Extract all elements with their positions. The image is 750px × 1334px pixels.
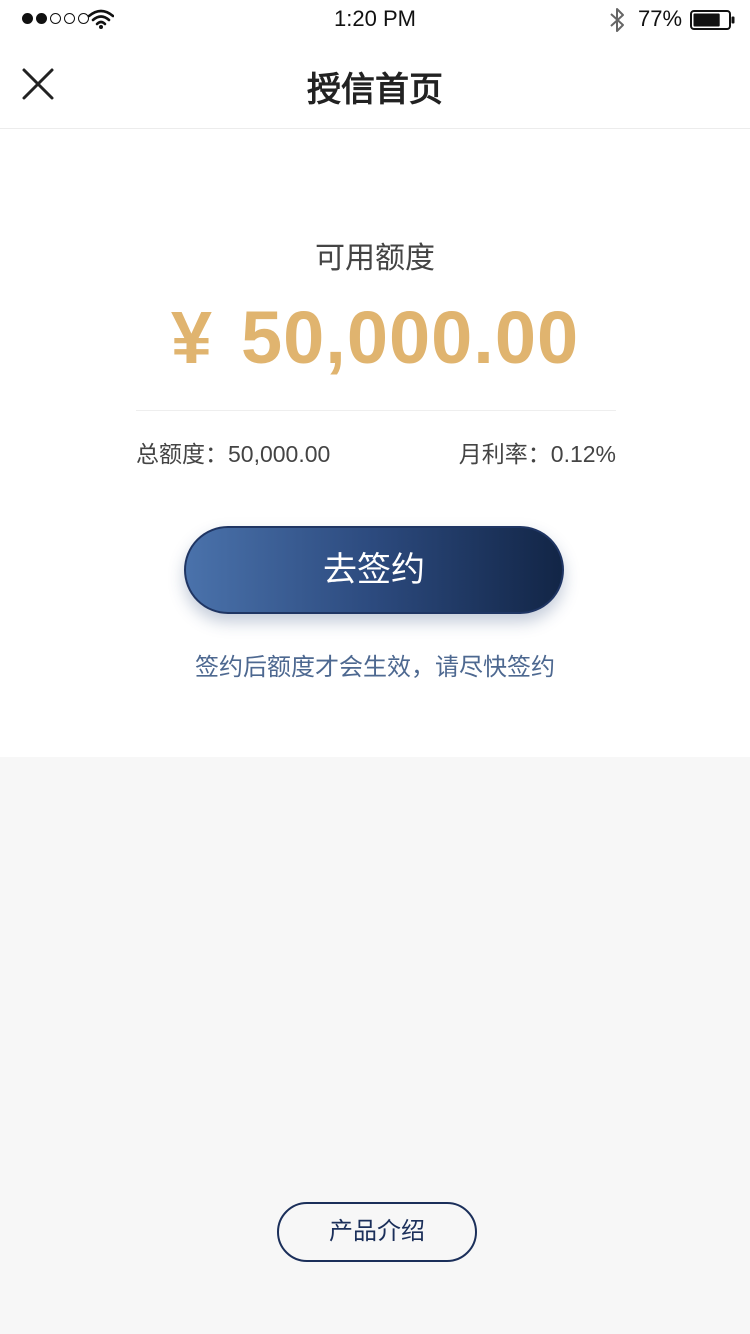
available-credit-amount: ¥50,000.00 <box>0 295 750 380</box>
sign-hint-text: 签约后额度才会生效，请尽快签约 <box>195 654 555 681</box>
divider <box>136 410 616 411</box>
monthly-rate-label: 月利率： <box>458 441 551 467</box>
bluetooth-icon <box>610 8 624 32</box>
page-title: 授信首页 <box>307 71 443 109</box>
total-credit-value: 50,000.00 <box>228 441 331 467</box>
credit-panel: 可用额度 ¥50,000.00 总额度：50,000.00 月利率：0.12% … <box>0 129 750 757</box>
monthly-rate: 月利率：0.12% <box>459 435 616 469</box>
available-credit-label: 可用额度 <box>315 242 435 275</box>
credit-info-row: 总额度：50,000.00 月利率：0.12% <box>136 435 616 469</box>
amount-value: 50,000.00 <box>240 296 580 379</box>
sign-contract-button[interactable]: 去签约 <box>184 526 564 614</box>
status-bar: 1:20 PM 77% <box>0 0 750 40</box>
battery-percent: 77% <box>638 6 683 31</box>
battery-icon <box>690 10 735 30</box>
total-credit-label: 总额度： <box>136 441 228 467</box>
currency-symbol: ¥ <box>170 296 213 379</box>
nav-bar: 授信首页 <box>0 40 750 129</box>
product-intro-button[interactable]: 产品介绍 <box>277 1202 477 1262</box>
total-credit: 总额度：50,000.00 <box>136 435 330 469</box>
monthly-rate-value: 0.12% <box>550 441 616 467</box>
close-icon[interactable] <box>20 66 56 102</box>
